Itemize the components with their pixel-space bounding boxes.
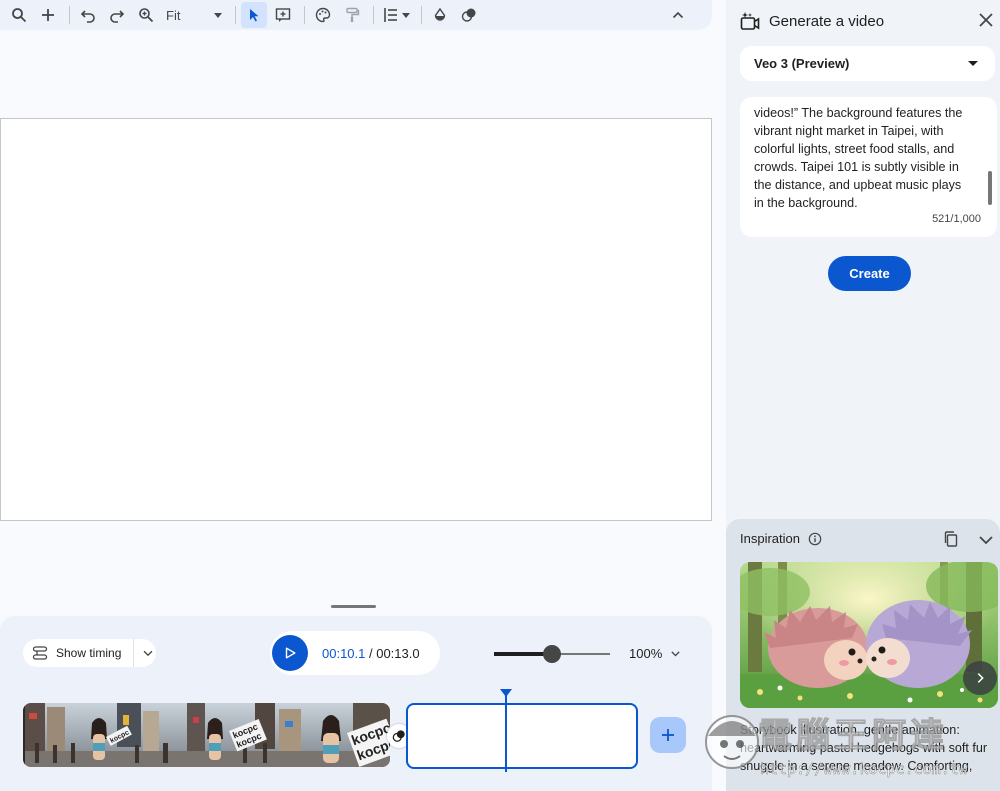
zoom-fit-select[interactable]: Fit xyxy=(162,2,226,28)
watermark-brand: 電腦王阿達 xyxy=(758,716,948,757)
inspiration-preview-image[interactable] xyxy=(740,562,998,708)
chevron-up-icon[interactable] xyxy=(665,2,691,28)
video-clip-thumbnail[interactable]: kocpc kocpc kocpc kocpc kocpc xyxy=(23,703,390,767)
panel-header: Generate a video xyxy=(740,9,1000,33)
timing-icon xyxy=(32,646,48,660)
current-time: 00:10.1 xyxy=(322,645,366,661)
chevron-down-icon[interactable] xyxy=(141,646,155,660)
mask-shape-icon[interactable] xyxy=(456,2,482,28)
palette-icon[interactable] xyxy=(310,2,336,28)
video-sparkle-icon xyxy=(740,12,760,30)
hedgehogs-illustration xyxy=(740,562,998,708)
playhead-line[interactable] xyxy=(505,692,507,772)
add-icon xyxy=(662,729,674,741)
panel-title: Generate a video xyxy=(769,12,885,30)
time-display: 00:10.1 / 00:13.0 xyxy=(322,646,420,661)
dropdown-arrow-icon xyxy=(968,61,978,66)
search-icon[interactable] xyxy=(6,2,32,28)
play-icon xyxy=(285,647,296,659)
create-button[interactable]: Create xyxy=(828,256,911,291)
mascot-logo-icon xyxy=(705,715,759,769)
zoom-fit-label: Fit xyxy=(166,7,181,23)
add-icon[interactable] xyxy=(35,2,61,28)
toolbar-divider xyxy=(373,6,374,24)
undo-icon[interactable] xyxy=(75,2,101,28)
paint-format-icon[interactable] xyxy=(339,2,365,28)
model-select-value: Veo 3 (Preview) xyxy=(754,56,850,71)
chevron-down-icon[interactable] xyxy=(978,532,994,548)
chevron-right-icon xyxy=(977,673,984,683)
editor-toolbar: Fit xyxy=(0,0,712,30)
video-canvas[interactable] xyxy=(0,118,712,521)
toolbar-divider xyxy=(304,6,305,24)
site-watermark: 電腦王阿達 http://www.kocpc.com.tw xyxy=(700,702,1000,788)
play-button[interactable] xyxy=(272,635,308,671)
toolbar-divider xyxy=(235,6,236,24)
street-scene-thumbnail: kocpc kocpckocpc kocpckocpc xyxy=(23,703,390,767)
timeline-panel: Show timing 00:10.1 / 00:13.0 100% kocpc… xyxy=(0,616,712,791)
inspiration-title: Inspiration xyxy=(740,531,800,546)
prompt-scrollbar[interactable] xyxy=(988,171,992,205)
timeline-zoom-slider[interactable] xyxy=(494,645,610,663)
zoom-slider-thumb[interactable] xyxy=(543,645,561,663)
editor-area: Fit Show timing 00:10.1 / 00:13.0 100% k… xyxy=(0,0,726,791)
zoom-in-icon[interactable] xyxy=(133,2,159,28)
button-divider xyxy=(133,639,135,667)
prompt-textarea[interactable]: videos!” The background features the vib… xyxy=(740,97,997,237)
info-icon[interactable] xyxy=(808,532,822,546)
align-menu-icon[interactable] xyxy=(379,2,413,28)
generated-clip-slot[interactable] xyxy=(406,703,638,769)
character-count: 521/1,000 xyxy=(932,213,981,225)
chevron-down-icon xyxy=(401,12,410,18)
redo-icon[interactable] xyxy=(104,2,130,28)
next-example-button[interactable] xyxy=(963,661,997,695)
show-timing-label: Show timing xyxy=(56,646,122,660)
chevron-down-icon xyxy=(671,651,680,657)
resize-drag-handle[interactable] xyxy=(331,605,376,608)
prompt-text[interactable]: videos!” The background features the vib… xyxy=(754,104,976,212)
playback-controls: 00:10.1 / 00:13.0 xyxy=(270,631,440,675)
zoom-percent-label: 100% xyxy=(629,646,663,661)
inspiration-header[interactable]: Inspiration xyxy=(740,531,822,546)
time-separator: / xyxy=(365,645,377,661)
copy-icon[interactable] xyxy=(943,531,959,547)
toolbar-divider xyxy=(421,6,422,24)
transition-icon xyxy=(392,730,405,742)
add-clip-button[interactable] xyxy=(650,717,686,753)
total-time: 00:13.0 xyxy=(376,645,420,661)
close-icon[interactable] xyxy=(978,12,994,28)
show-timing-button[interactable]: Show timing xyxy=(23,639,156,667)
generate-video-panel: Generate a video Veo 3 (Preview) videos!… xyxy=(726,0,1000,791)
zoom-percent-select[interactable]: 100% xyxy=(629,646,682,661)
text-box-icon[interactable] xyxy=(270,2,296,28)
select-cursor-icon[interactable] xyxy=(241,2,267,28)
chevron-down-icon xyxy=(214,12,222,18)
fill-color-icon[interactable] xyxy=(427,2,453,28)
model-select[interactable]: Veo 3 (Preview) xyxy=(740,46,995,81)
toolbar-divider xyxy=(69,6,70,24)
watermark-url: http://www.kocpc.com.tw xyxy=(760,760,968,779)
